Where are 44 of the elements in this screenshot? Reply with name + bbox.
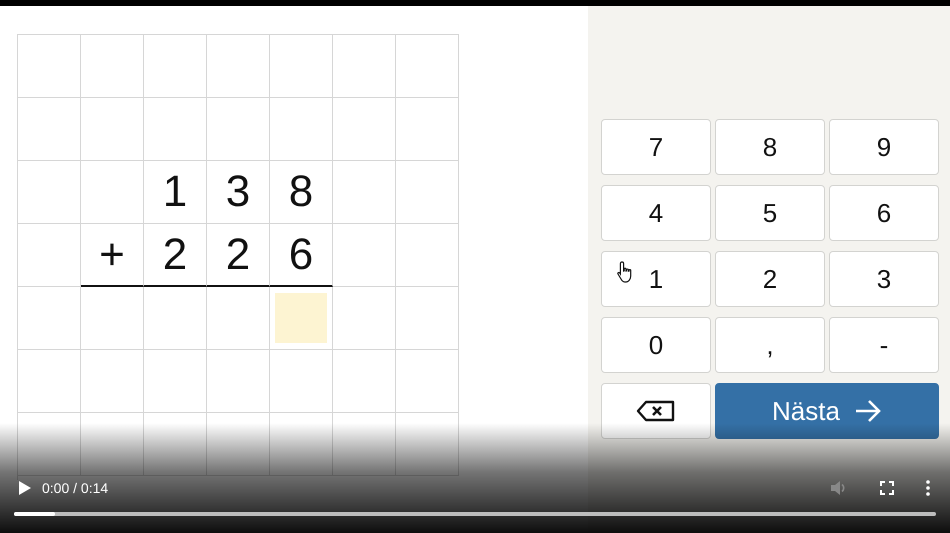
grid-cell <box>396 98 459 161</box>
digit: 3 <box>226 170 250 214</box>
next-button[interactable]: Nästa <box>715 383 939 439</box>
key-button[interactable]: 5 <box>715 185 825 241</box>
grid-cell <box>333 413 396 476</box>
key-button[interactable]: - <box>829 317 939 373</box>
grid-cell <box>81 350 144 413</box>
time-display: 0:00 / 0:14 <box>42 480 108 496</box>
grid-cell <box>333 350 396 413</box>
digit: 6 <box>288 232 314 276</box>
digit: 8 <box>288 170 314 214</box>
grid-cell <box>207 350 270 413</box>
grid-cell <box>396 287 459 350</box>
arrow-right-icon <box>854 399 882 423</box>
key-button[interactable]: 9 <box>829 119 939 175</box>
key-button[interactable]: 3 <box>829 251 939 307</box>
digit: 1 <box>162 170 188 214</box>
grid-cell <box>396 161 459 224</box>
play-icon <box>18 480 32 496</box>
grid-cell <box>207 413 270 476</box>
key-button[interactable]: 0 <box>601 317 711 373</box>
key-button[interactable]: 6 <box>829 185 939 241</box>
backspace-icon <box>636 400 676 422</box>
grid-cell <box>396 413 459 476</box>
grid-cell <box>396 350 459 413</box>
key-button[interactable]: 2 <box>715 251 825 307</box>
grid-cell <box>144 413 207 476</box>
digit: 2 <box>226 232 250 276</box>
more-icon <box>926 480 930 496</box>
fullscreen-icon <box>880 481 894 495</box>
digit: + <box>99 232 125 276</box>
grid-cell <box>270 413 333 476</box>
grid-cell <box>144 350 207 413</box>
key-button[interactable]: 8 <box>715 119 825 175</box>
digit: 2 <box>162 232 188 276</box>
grid-cell <box>81 413 144 476</box>
grid-cell <box>81 98 144 161</box>
key-button[interactable]: 4 <box>601 185 711 241</box>
key-button[interactable]: 7 <box>601 119 711 175</box>
key-button[interactable]: 1 <box>601 251 711 307</box>
grid-cell <box>396 224 459 287</box>
key-button[interactable]: , <box>715 317 825 373</box>
grid-cell <box>333 98 396 161</box>
backspace-button[interactable] <box>601 383 711 439</box>
